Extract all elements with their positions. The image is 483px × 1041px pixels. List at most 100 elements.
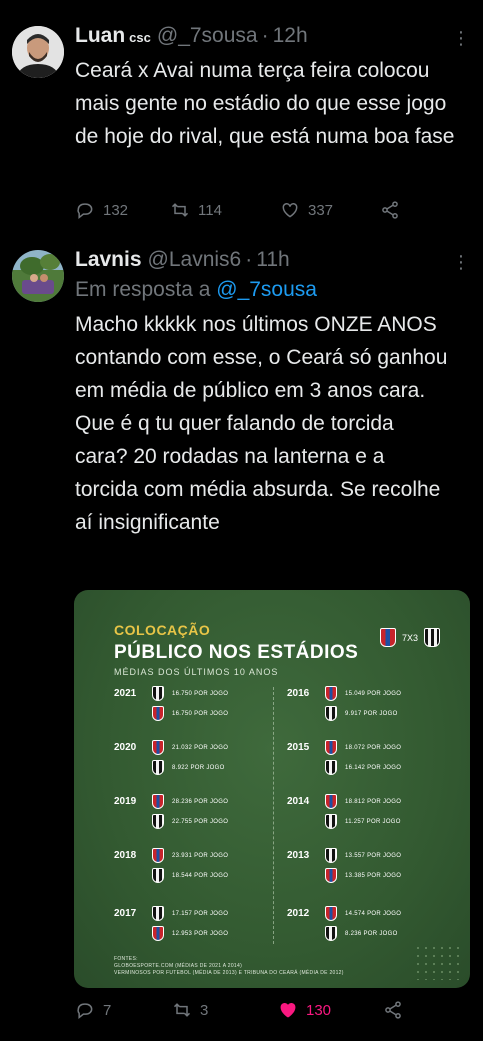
display-name[interactable]: Luan: [75, 24, 125, 48]
attendance-value: 21.032 POR JOGO: [172, 744, 229, 751]
attendance-entry: 9.917 POR JOGO: [325, 706, 398, 721]
sources-line-2: VERMINOSOS POR FUTEBOL (MÉDIA DE 2013) E…: [114, 970, 344, 976]
fortaleza-crest-icon: [152, 794, 164, 809]
retweet-button[interactable]: 3: [172, 1000, 278, 1020]
like-count: 337: [308, 201, 334, 219]
attendance-entry: 16.142 POR JOGO: [325, 760, 401, 775]
avatar-lavnis[interactable]: [12, 250, 64, 302]
attendance-entry: 17.157 POR JOGO: [152, 906, 228, 921]
attendance-value: 12.953 POR JOGO: [172, 930, 229, 937]
more-options-icon[interactable]: ⋮: [452, 252, 470, 273]
reply-button[interactable]: 132: [75, 200, 170, 220]
fortaleza-crest-icon: [152, 740, 164, 755]
score-text: 7X3: [401, 632, 418, 643]
attendance-value: 18.072 POR JOGO: [345, 744, 402, 751]
attendance-value: 18.812 POR JOGO: [345, 798, 402, 805]
retweet-icon: [171, 203, 189, 217]
year-label: 2019: [114, 796, 137, 807]
year-label: 2016: [287, 688, 310, 699]
share-icon: [382, 201, 398, 219]
reply-icon: [77, 203, 93, 220]
attendance-value: 9.917 POR JOGO: [345, 710, 398, 717]
tweet-image-infographic[interactable]: COLOCAÇÃO PÚBLICO NOS ESTÁDIOS MÉDIAS DO…: [74, 590, 470, 988]
ceara-crest-icon: [325, 814, 337, 829]
timestamp[interactable]: 12h: [273, 24, 308, 48]
attendance-entry: 23.931 POR JOGO: [152, 848, 228, 863]
tweet2-actions: 7 3 130: [75, 1000, 403, 1020]
avatar-photo: [12, 26, 64, 78]
share-button[interactable]: [383, 1000, 403, 1020]
reply-prefix: Em resposta a: [75, 278, 211, 301]
handle[interactable]: @Lavnis6: [148, 248, 242, 272]
attendance-value: 28.236 POR JOGO: [172, 798, 229, 805]
attendance-entry: 21.032 POR JOGO: [152, 740, 228, 755]
fortaleza-crest-icon: [325, 868, 337, 883]
attendance-entry: 18.812 POR JOGO: [325, 794, 401, 809]
separator-dot: ·: [245, 248, 253, 271]
retweet-count: 3: [200, 1001, 209, 1019]
display-name[interactable]: Lavnis: [75, 248, 142, 272]
sources-title: FONTES:: [114, 956, 138, 962]
ceara-crest-icon: [152, 906, 164, 921]
fortaleza-crest-icon: [152, 706, 164, 721]
ceara-crest-icon: [325, 848, 337, 863]
attendance-entry: 16.750 POR JOGO: [152, 686, 228, 701]
timestamp[interactable]: 11h: [256, 248, 289, 272]
attendance-entry: 8.922 POR JOGO: [152, 760, 225, 775]
share-button[interactable]: [380, 200, 400, 220]
card-subtitle: MÉDIAS DOS ÚLTIMOS 10 ANOS: [114, 667, 279, 677]
reply-mention-link[interactable]: @_7sousa: [216, 278, 317, 301]
card-title: PÚBLICO NOS ESTÁDIOS: [114, 642, 359, 663]
attendance-entry: 13.385 POR JOGO: [325, 868, 401, 883]
fortaleza-crest-icon: [152, 848, 164, 863]
attendance-value: 14.574 POR JOGO: [345, 910, 402, 917]
more-options-icon[interactable]: ⋮: [452, 28, 470, 49]
fortaleza-crest-icon: [325, 740, 337, 755]
tweet-header: Lavnis @Lavnis6 · 11h: [75, 248, 471, 272]
year-label: 2013: [287, 850, 310, 861]
attendance-entry: 12.953 POR JOGO: [152, 926, 228, 941]
attendance-value: 8.922 POR JOGO: [172, 764, 225, 771]
attendance-entry: 13.557 POR JOGO: [325, 848, 401, 863]
attendance-value: 15.049 POR JOGO: [345, 690, 402, 697]
attendance-entry: 18.544 POR JOGO: [152, 868, 228, 883]
heart-icon: [282, 202, 298, 218]
ceara-crest-icon: [424, 628, 440, 647]
attendance-value: 11.257 POR JOGO: [345, 818, 401, 825]
ceara-crest-icon: [325, 760, 337, 775]
sources-line-1: GLOBOESPORTE.COM (MÉDIAS DE 2021 A 2014): [114, 963, 243, 969]
fortaleza-crest-icon: [152, 926, 164, 941]
ceara-crest-icon: [152, 760, 164, 775]
year-label: 2012: [287, 908, 310, 919]
attendance-value: 13.385 POR JOGO: [345, 872, 402, 879]
avatar-photo: [12, 250, 64, 302]
dot-pattern: [414, 944, 462, 980]
ceara-crest-icon: [325, 926, 337, 941]
ceara-crest-icon: [325, 706, 337, 721]
reply-button[interactable]: 7: [75, 1000, 172, 1020]
avatar-luan[interactable]: [12, 26, 64, 78]
attendance-value: 17.157 POR JOGO: [172, 910, 229, 917]
attendance-entry: 16.750 POR JOGO: [152, 706, 228, 721]
like-button[interactable]: 130: [278, 1000, 383, 1020]
year-label: 2020: [114, 742, 137, 753]
ceara-crest-icon: [152, 868, 164, 883]
attendance-entry: 18.072 POR JOGO: [325, 740, 401, 755]
ceara-crest-icon: [152, 814, 164, 829]
year-label: 2015: [287, 742, 310, 753]
attendance-value: 16.750 POR JOGO: [172, 710, 229, 717]
retweet-button[interactable]: 114: [170, 200, 280, 220]
handle[interactable]: @_7sousa: [157, 24, 258, 48]
center-divider: [273, 687, 274, 944]
attendance-entry: 22.755 POR JOGO: [152, 814, 228, 829]
tweet-text: Macho kkkkk nos últimos ONZE ANOS contan…: [75, 313, 448, 534]
fortaleza-crest-icon: [325, 686, 337, 701]
score-badge: 7X3: [379, 628, 440, 647]
card-subtitle-top: COLOCAÇÃO: [114, 622, 211, 638]
like-button[interactable]: 337: [280, 200, 380, 220]
sources: FONTES: GLOBOESPORTE.COM (MÉDIAS DE 2021…: [114, 956, 344, 977]
ceara-crest-icon: [152, 686, 164, 701]
tweet-luan[interactable]: Luan csc @_7sousa · 12h Ceará x Avai num…: [0, 0, 483, 240]
year-label: 2018: [114, 850, 137, 861]
tweet-header: Luan csc @_7sousa · 12h: [75, 24, 471, 48]
